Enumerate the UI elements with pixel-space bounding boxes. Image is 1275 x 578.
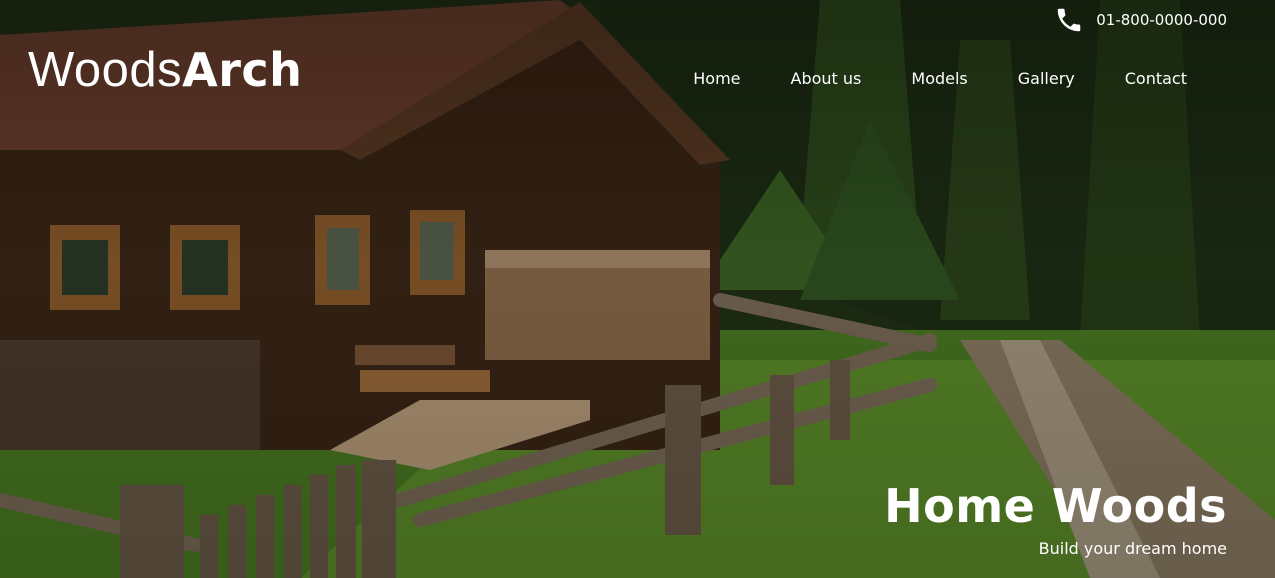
nav-item-models[interactable]: Models: [886, 68, 992, 90]
hero-title: Home Woods: [884, 479, 1227, 533]
nav-item-about-us[interactable]: About us: [766, 68, 887, 90]
nav-item-gallery[interactable]: Gallery: [993, 68, 1100, 90]
logo-bold-text: Arch: [182, 43, 303, 97]
site-logo[interactable]: WoodsArch: [28, 42, 302, 98]
nav-item-contact[interactable]: Contact: [1100, 68, 1211, 90]
logo-light-text: Woods: [28, 43, 183, 97]
hero-section: WoodsArch 01-800-0000-000 Home About us …: [0, 0, 1275, 578]
phone-contact[interactable]: 01-800-0000-000: [1054, 6, 1227, 34]
main-nav: Home About us Models Gallery Contact: [668, 68, 1211, 90]
hero-subtitle: Build your dream home: [1038, 539, 1227, 558]
hero-headline: Home Woods Build your dream home: [884, 478, 1227, 560]
nav-item-home[interactable]: Home: [668, 68, 765, 90]
phone-icon: [1057, 8, 1081, 32]
phone-number: 01-800-0000-000: [1096, 11, 1227, 29]
